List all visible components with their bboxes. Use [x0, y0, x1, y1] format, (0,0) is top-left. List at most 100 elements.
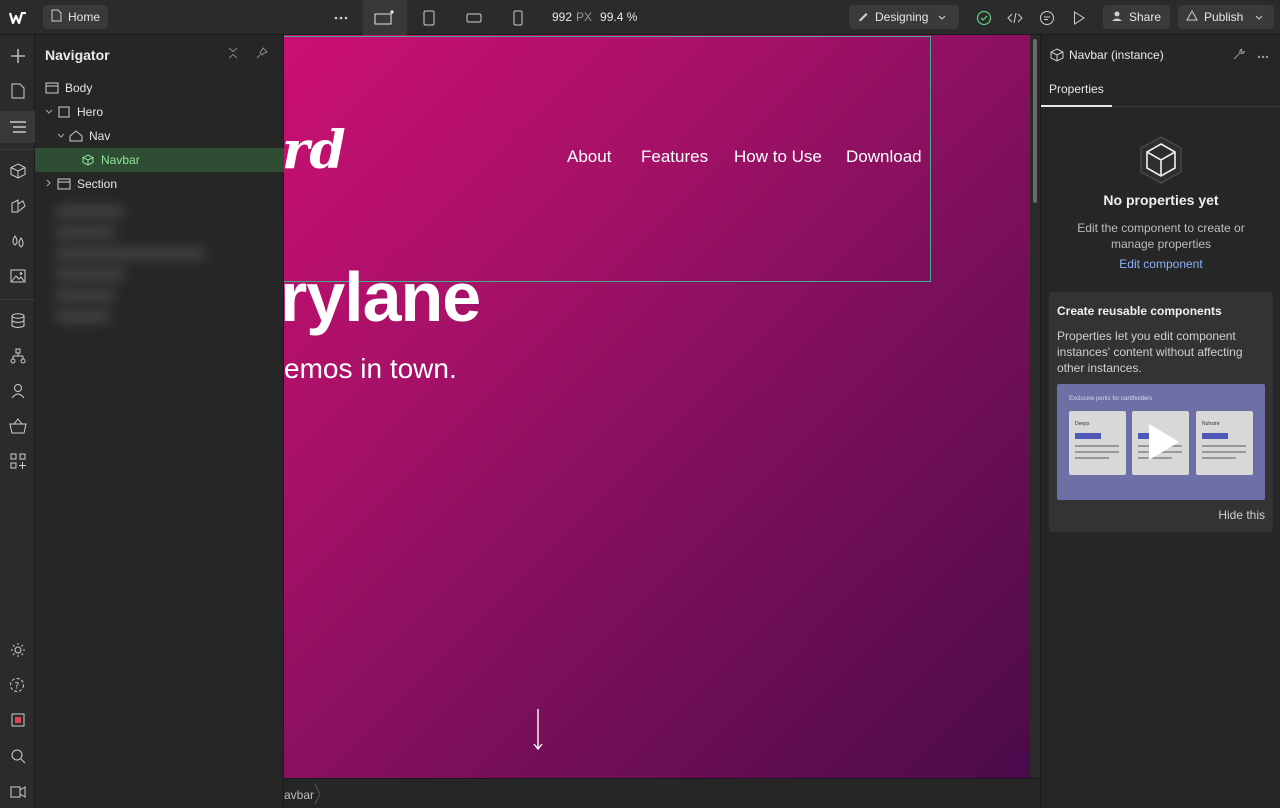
nav-home-icon	[69, 129, 83, 143]
mode-dropdown[interactable]: Designing	[849, 5, 959, 29]
page-selector-button[interactable]: Home	[43, 5, 109, 29]
selected-element-title: Navbar (instance)	[1069, 48, 1164, 62]
scroll-down-arrow-icon[interactable]	[531, 709, 545, 751]
pin-panel-icon[interactable]	[256, 47, 268, 62]
hide-promo-button[interactable]: Hide this	[1218, 508, 1265, 522]
video-card-label: Nuhstre	[1202, 421, 1220, 427]
design-canvas[interactable]: rd About Features How to Use Download ry…	[284, 35, 1030, 778]
page-icon	[51, 9, 62, 25]
video-card-label: Deeps	[1075, 421, 1090, 427]
tree-item-label: Navbar	[101, 153, 140, 167]
component-instance-icon	[1050, 48, 1064, 65]
comment-icon[interactable]	[1035, 0, 1059, 35]
component-cube-icon	[1137, 135, 1185, 185]
promo-video-thumbnail[interactable]: Exclusive perks for cardholders Deeps Nu…	[1057, 384, 1265, 500]
blurred-tree-items	[55, 195, 225, 355]
tree-item-section[interactable]: Section	[35, 172, 284, 196]
breakpoint-mobile-icon[interactable]	[504, 0, 532, 35]
hero-subtitle[interactable]: emos in town.	[284, 353, 457, 385]
collapse-all-icon[interactable]	[228, 47, 238, 62]
chevron-down-icon	[938, 10, 946, 24]
canvas-width-value: 992	[552, 10, 573, 24]
settings-gear-icon[interactable]	[0, 634, 35, 666]
hero-title[interactable]: rylane	[284, 257, 481, 337]
top-bar: Home 992 PX 99.4 % Designing Share Publi…	[0, 0, 1280, 35]
breadcrumb-item[interactable]: avbar	[284, 788, 314, 802]
wrench-icon[interactable]	[1233, 48, 1246, 63]
style-selectors-icon[interactable]	[0, 190, 35, 222]
navigator-panel: Navigator Body Hero Nav Navbar Section	[35, 35, 284, 808]
brush-icon	[857, 10, 869, 25]
tree-item-nav[interactable]: Nav	[35, 124, 284, 148]
video-caption: Exclusive perks for cardholders	[1069, 396, 1153, 402]
search-icon[interactable]	[0, 740, 35, 772]
publish-icon	[1186, 9, 1198, 25]
breakpoint-landscape-icon[interactable]	[460, 0, 488, 35]
canvas-scrollbar[interactable]	[1030, 35, 1040, 778]
variables-drops-icon[interactable]	[0, 225, 35, 257]
record-icon[interactable]	[0, 704, 35, 736]
tree-item-navbar[interactable]: Navbar	[35, 148, 284, 172]
users-icon[interactable]	[0, 375, 35, 407]
share-button[interactable]: Share	[1103, 5, 1170, 29]
tree-item-label: Section	[77, 177, 118, 191]
code-icon[interactable]	[1003, 0, 1027, 35]
navigator-title: Navigator	[45, 47, 110, 63]
properties-panel: Navbar (instance) Properties No properti…	[1040, 35, 1280, 808]
cms-database-icon[interactable]	[0, 305, 35, 337]
promo-title: Create reusable components	[1057, 304, 1222, 318]
tree-item-body[interactable]: Body	[35, 76, 284, 100]
chevron-down-icon[interactable]	[43, 107, 55, 118]
components-icon[interactable]	[0, 155, 35, 187]
apps-icon[interactable]	[0, 445, 35, 477]
webflow-logo-icon[interactable]	[0, 0, 35, 35]
promo-description: Properties let you edit component instan…	[1057, 329, 1243, 375]
play-icon[interactable]	[1149, 424, 1179, 460]
navigator-icon[interactable]	[0, 111, 35, 143]
breadcrumb: avbar	[284, 778, 1040, 808]
breakpoint-desktop-icon[interactable]	[363, 0, 407, 35]
canvas-width-unit: PX	[576, 10, 593, 24]
audit-check-icon[interactable]	[972, 0, 996, 35]
breakpoint-tablet-icon[interactable]	[415, 0, 443, 35]
section-icon	[57, 105, 71, 119]
tree-item-hero[interactable]: Hero	[35, 100, 284, 124]
breadcrumb-divider-icon	[314, 783, 322, 808]
share-label: Share	[1129, 10, 1162, 24]
more-options-icon[interactable]	[1257, 48, 1269, 62]
tree-item-label: Hero	[77, 105, 104, 119]
section-icon	[57, 177, 71, 191]
user-icon	[1111, 10, 1123, 25]
ecommerce-basket-icon[interactable]	[0, 410, 35, 442]
component-icon	[81, 153, 95, 167]
scrollbar-thumb[interactable]	[1033, 39, 1037, 203]
more-options-icon[interactable]	[327, 0, 355, 35]
add-elements-icon[interactable]	[0, 40, 35, 72]
chevron-down-icon[interactable]	[55, 131, 67, 142]
left-toolbar: ?	[0, 35, 35, 808]
empty-state-title: No properties yet	[1103, 192, 1219, 208]
svg-text:?: ?	[14, 682, 19, 692]
video-card: Nuhstre	[1196, 411, 1253, 475]
body-icon	[45, 81, 59, 95]
pages-icon[interactable]	[0, 75, 35, 107]
mode-label: Designing	[875, 10, 929, 24]
tree-item-label: Body	[65, 81, 93, 95]
help-icon[interactable]: ?	[0, 669, 35, 701]
tree-item-label: Nav	[89, 129, 111, 143]
chevron-right-icon[interactable]	[43, 179, 55, 190]
logic-flow-icon[interactable]	[0, 340, 35, 372]
assets-image-icon[interactable]	[0, 260, 35, 292]
canvas-dimensions: 992 PX 99.4 %	[552, 10, 637, 24]
preview-play-icon[interactable]	[1067, 0, 1091, 35]
publish-button[interactable]: Publish	[1178, 5, 1274, 29]
chevron-down-icon	[1255, 10, 1263, 24]
promo-card: Create reusable components Properties le…	[1049, 292, 1273, 532]
tab-properties[interactable]: Properties	[1041, 73, 1112, 107]
edit-component-link[interactable]: Edit component	[1041, 257, 1280, 271]
video-card: Deeps	[1069, 411, 1126, 475]
video-tutorials-icon[interactable]	[0, 775, 35, 807]
selected-element-outline	[284, 36, 931, 282]
page-selector-label: Home	[68, 10, 101, 24]
empty-state-description: Edit the component to create or manage p…	[1077, 221, 1245, 251]
